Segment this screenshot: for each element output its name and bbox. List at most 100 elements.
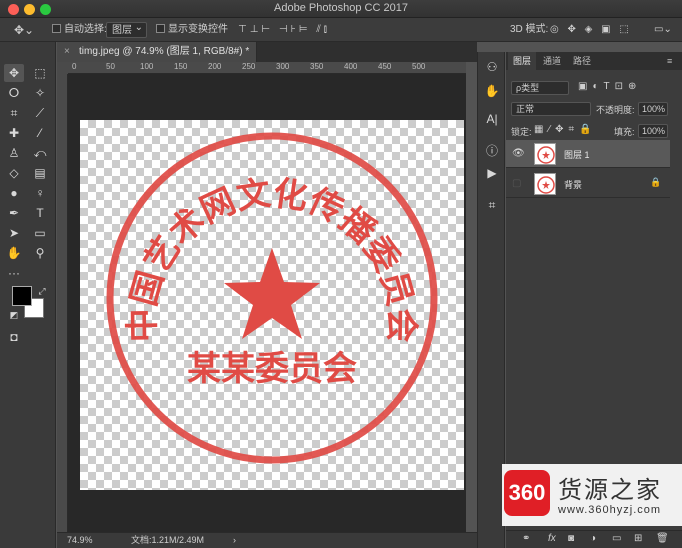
show-transform-checkbox[interactable]: 显示变换控件 bbox=[156, 22, 228, 38]
collapsed-panels-dock: ⚇ ✋ A| ⓘ ▶ ⌗ bbox=[477, 52, 505, 548]
add-mask-icon[interactable]: ◙ bbox=[568, 533, 574, 544]
tab-paths[interactable]: 路径 bbox=[568, 52, 596, 70]
move-tool-icon[interactable]: ✥⌄ bbox=[14, 22, 34, 38]
history-brush-icon[interactable]: ⤺ bbox=[30, 144, 50, 162]
document-canvas[interactable]: 中国艺术网文化传播委员会 某某委员会 bbox=[80, 120, 464, 490]
zoom-tool-icon[interactable]: ⚲ bbox=[30, 244, 50, 262]
align-icons[interactable]: ⊤⊥⊢ ⊣⊦⊨ ⫽⫾ bbox=[238, 22, 330, 38]
type-tool-icon[interactable]: T bbox=[30, 204, 50, 222]
tab-channels[interactable]: 通道 bbox=[538, 52, 566, 70]
link-layers-icon[interactable]: ⚭ bbox=[522, 533, 530, 544]
actions-play-icon[interactable]: ▶ bbox=[482, 164, 502, 182]
more-tools-icon[interactable]: ··· bbox=[4, 264, 24, 282]
tab-layers[interactable]: 图层 bbox=[508, 52, 537, 70]
horizontal-ruler[interactable]: 0 50 100 150 200 250 300 350 400 450 500 bbox=[68, 62, 466, 74]
gradient-tool-icon[interactable]: ▤ bbox=[30, 164, 50, 182]
app-title: Adobe Photoshop CC 2017 bbox=[274, 2, 408, 14]
watermark-url: www.360hyzj.com bbox=[558, 504, 662, 516]
delete-layer-icon[interactable]: 🗑 bbox=[656, 533, 669, 544]
blend-row: 正常 不透明度: 100% bbox=[506, 100, 682, 118]
layer-thumbnail bbox=[534, 173, 556, 195]
shape-tool-icon[interactable]: ▭ bbox=[30, 224, 50, 242]
hand-tool-icon[interactable]: ✋ bbox=[4, 244, 24, 262]
lasso-tool-icon[interactable]: ⵔ bbox=[4, 84, 24, 102]
blend-mode-dropdown[interactable]: 正常 bbox=[511, 102, 591, 116]
ruler-tick-label: 450 bbox=[378, 62, 392, 71]
libraries-icon[interactable]: ⚇ bbox=[482, 58, 502, 76]
layer-filter-row: ρ类型 ▣◐T⊡⊕ bbox=[506, 78, 682, 98]
crop-panel-icon[interactable]: ⌗ bbox=[482, 196, 502, 214]
panel-tabs: 图层 通道 路径 ≡ bbox=[506, 52, 682, 70]
lock-icons[interactable]: ▦⁄✥⌗🔒 bbox=[534, 124, 597, 135]
ruler-origin[interactable] bbox=[57, 62, 68, 74]
properties-icon[interactable]: ✋ bbox=[482, 82, 502, 100]
auto-select-checkbox[interactable]: 自动选择: bbox=[52, 22, 107, 38]
default-colors-icon[interactable]: ◩ bbox=[4, 306, 24, 324]
watermark-logo: 360 bbox=[504, 470, 550, 516]
swap-colors-icon[interactable]: ⤢ bbox=[32, 282, 52, 300]
ruler-tick-label: 250 bbox=[242, 62, 256, 71]
document-tab-label: timg.jpeg @ 74.9% (图层 1, RGB/8#) * bbox=[79, 46, 250, 57]
fill-label: 填充: bbox=[614, 127, 635, 137]
3d-tool-icons[interactable]: ◎ ✥ ◈ ▣ ⬚ bbox=[550, 22, 632, 38]
healing-brush-icon[interactable]: ✚ bbox=[4, 124, 24, 142]
marquee-tool-icon[interactable]: ⬚ bbox=[30, 64, 50, 82]
character-icon[interactable]: A| bbox=[482, 110, 502, 128]
info-icon[interactable]: ⓘ bbox=[482, 142, 502, 160]
move-tool-icon[interactable]: ✥ bbox=[4, 64, 24, 82]
clone-stamp-icon[interactable]: ♙ bbox=[4, 144, 24, 162]
ruler-tick-label: 500 bbox=[412, 62, 426, 71]
layer-name[interactable]: 图层 1 bbox=[564, 148, 590, 161]
quick-mask-icon[interactable]: ◘ bbox=[4, 328, 24, 346]
vertical-ruler[interactable] bbox=[57, 74, 68, 532]
panel-menu-icon[interactable]: ≡ bbox=[662, 52, 677, 70]
crop-tool-icon[interactable]: ⌗ bbox=[4, 104, 24, 122]
visibility-eye-icon[interactable]: 👁 bbox=[512, 148, 525, 159]
lock-icon: 🔒 bbox=[650, 177, 662, 187]
ruler-tick-label: 200 bbox=[208, 62, 222, 71]
layer-row-background[interactable]: ▢ 背景 🔒 bbox=[506, 170, 670, 198]
new-group-icon[interactable]: ▭ bbox=[612, 533, 621, 544]
title-bar: Adobe Photoshop CC 2017 bbox=[0, 0, 682, 18]
ruler-tick-label: 100 bbox=[140, 62, 154, 71]
foreground-color-swatch[interactable] bbox=[12, 286, 32, 306]
fill-input[interactable]: 100% bbox=[638, 124, 668, 138]
layer-thumbnail bbox=[534, 143, 556, 165]
ruler-tick-label: 0 bbox=[72, 62, 77, 71]
show-transform-label: 显示变换控件 bbox=[168, 24, 228, 35]
brush-tool-icon[interactable]: ⁄ bbox=[30, 124, 50, 142]
mode-3d-label: 3D 模式: bbox=[510, 24, 549, 35]
eyedropper-icon[interactable]: ⟋ bbox=[30, 104, 50, 122]
layer-name[interactable]: 背景 bbox=[564, 178, 582, 191]
eraser-icon[interactable]: ◇ bbox=[4, 164, 24, 182]
opacity-label: 不透明度: bbox=[596, 105, 635, 115]
auto-select-label: 自动选择: bbox=[64, 24, 107, 35]
status-menu-icon[interactable]: › bbox=[233, 533, 236, 548]
dodge-tool-icon[interactable]: ♀ bbox=[30, 184, 50, 202]
new-layer-icon[interactable]: ⊞ bbox=[634, 533, 642, 544]
close-tab-icon[interactable]: × bbox=[64, 42, 70, 62]
layer-row-1[interactable]: 👁 图层 1 bbox=[506, 140, 670, 168]
document-tab[interactable]: × timg.jpeg @ 74.9% (图层 1, RGB/8#) * bbox=[57, 42, 257, 62]
magic-wand-icon[interactable]: ✧ bbox=[30, 84, 50, 102]
visibility-off-icon[interactable]: ▢ bbox=[512, 178, 521, 189]
document-tab-bar: × timg.jpeg @ 74.9% (图层 1, RGB/8#) * bbox=[57, 42, 477, 62]
fx-icon[interactable]: fx bbox=[548, 533, 556, 544]
blur-tool-icon[interactable]: ● bbox=[4, 184, 24, 202]
ruler-tick-label: 300 bbox=[276, 62, 290, 71]
workspace-icon[interactable]: ▭⌄ bbox=[654, 22, 672, 38]
filter-type-icons[interactable]: ▣◐T⊡⊕ bbox=[578, 81, 641, 92]
document-size[interactable]: 文档:1.21M/2.49M bbox=[131, 533, 204, 548]
zoom-level[interactable]: 74.9% bbox=[67, 533, 93, 548]
stamp-seal-image: 中国艺术网文化传播委员会 某某委员会 bbox=[106, 132, 438, 464]
lock-row: 锁定: ▦⁄✥⌗🔒 填充: 100% bbox=[506, 122, 682, 140]
pen-tool-icon[interactable]: ✒ bbox=[4, 204, 24, 222]
ruler-tick-label: 50 bbox=[106, 62, 115, 71]
ruler-tick-label: 350 bbox=[310, 62, 324, 71]
adjustment-layer-icon[interactable]: ◑ bbox=[590, 533, 596, 544]
opacity-input[interactable]: 100% bbox=[638, 102, 668, 116]
layer-filter-dropdown[interactable]: ρ类型 bbox=[511, 81, 569, 95]
auto-select-dropdown[interactable]: 图层 bbox=[106, 20, 147, 38]
path-select-icon[interactable]: ➤ bbox=[4, 224, 24, 242]
tools-panel: ✥ ⬚ ⵔ ✧ ⌗ ⟋ ✚ ⁄ ♙ ⤺ ◇ ▤ ● ♀ ✒ T ➤ ▭ ✋ ⚲ … bbox=[0, 42, 56, 548]
